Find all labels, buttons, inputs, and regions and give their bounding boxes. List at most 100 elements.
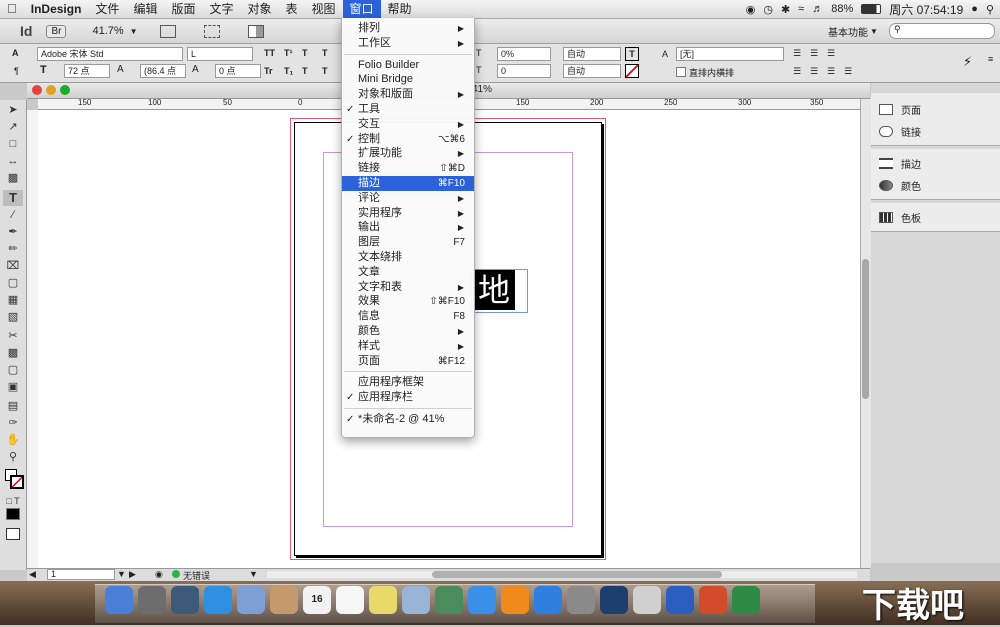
small-caps-button[interactable]: Tr bbox=[264, 66, 273, 76]
horizontal-scroll-thumb[interactable] bbox=[432, 571, 722, 578]
safari-icon[interactable] bbox=[204, 586, 232, 614]
character-style-select[interactable]: [无] bbox=[676, 47, 784, 61]
powerpoint-icon[interactable] bbox=[699, 586, 727, 614]
lightning-icon[interactable]: ⚡ bbox=[963, 54, 972, 70]
gradient-feather-tool-icon[interactable]: ▣ bbox=[3, 379, 23, 395]
menu-item[interactable]: ✓ 应用程序栏 bbox=[342, 390, 474, 405]
direct-selection-tool-icon[interactable]: ↗ bbox=[3, 119, 23, 135]
minimize-button[interactable] bbox=[46, 85, 56, 95]
scissors-tool-icon[interactable]: ✂ bbox=[3, 328, 23, 344]
menu-view[interactable]: 视图 bbox=[305, 0, 343, 18]
help-icon[interactable] bbox=[633, 586, 661, 614]
selection-tool-icon[interactable]: ➤ bbox=[3, 102, 23, 118]
mail-icon[interactable] bbox=[237, 586, 265, 614]
justify-all-button[interactable]: ☰ bbox=[844, 66, 852, 77]
notification-icon[interactable]: ◉ bbox=[746, 3, 756, 16]
justify-right-button[interactable]: ☰ bbox=[827, 66, 835, 77]
menu-item[interactable]: 交互 ▶ bbox=[342, 117, 474, 132]
gap-tool-icon[interactable]: ↔ bbox=[3, 153, 23, 169]
menu-item[interactable]: 应用程序框架 bbox=[342, 375, 474, 390]
reminders-icon[interactable] bbox=[336, 586, 364, 614]
links-panel-tab[interactable]: 链接 bbox=[879, 123, 921, 139]
note-tool-icon[interactable]: ▤ bbox=[3, 398, 23, 414]
user-icon[interactable]: ● bbox=[971, 3, 978, 15]
preflight-chevron-icon[interactable]: ▼ bbox=[249, 569, 258, 579]
view-options-button[interactable] bbox=[159, 24, 176, 38]
menu-item[interactable]: Mini Bridge bbox=[342, 72, 474, 87]
zoom-tool-icon[interactable]: ⚲ bbox=[3, 449, 23, 465]
menu-item[interactable]: ✓ *未命名-2 @ 41% bbox=[342, 412, 474, 427]
type-tool-icon[interactable]: T bbox=[3, 190, 23, 206]
scroll-thumb[interactable] bbox=[862, 259, 869, 399]
align-right-button[interactable]: ☰ bbox=[827, 48, 835, 59]
page-menu-chevron-icon[interactable]: ▼ bbox=[117, 569, 126, 579]
menu-item[interactable]: 文字和表 ▶ bbox=[342, 280, 474, 295]
menu-item[interactable]: 对象和版面 ▶ bbox=[342, 87, 474, 102]
menu-table[interactable]: 表 bbox=[279, 0, 305, 18]
formatting-affects-icon[interactable]: □ T bbox=[3, 493, 23, 509]
bluetooth-icon[interactable]: ✱ bbox=[781, 3, 790, 16]
menu-item[interactable]: 文本绕排 bbox=[342, 250, 474, 265]
rectangle-frame-tool-icon[interactable]: ⌧ bbox=[3, 258, 23, 274]
bridge-button[interactable]: Br bbox=[46, 24, 67, 38]
spotlight-icon[interactable]: ⚲ bbox=[986, 3, 994, 16]
tracking-field[interactable]: 0 点 bbox=[215, 64, 261, 78]
app-menu[interactable]: InDesign bbox=[24, 0, 89, 18]
percent-field[interactable]: 0% bbox=[497, 47, 551, 61]
ibooks-icon[interactable] bbox=[501, 586, 529, 614]
menu-type[interactable]: 文字 bbox=[202, 0, 240, 18]
menu-file[interactable]: 文件 bbox=[88, 0, 126, 18]
line-tool-icon[interactable]: ∕ bbox=[3, 207, 23, 223]
text-frame[interactable]: 地 bbox=[471, 269, 528, 313]
grid-tool-icon[interactable]: ▧ bbox=[3, 309, 23, 325]
preview-icon[interactable] bbox=[402, 586, 430, 614]
system-preferences-icon[interactable] bbox=[567, 586, 595, 614]
arrange-documents-button[interactable] bbox=[247, 24, 264, 38]
menu-item[interactable]: 排列 ▶ bbox=[342, 21, 474, 36]
finder-icon[interactable] bbox=[105, 586, 133, 614]
strikethrough-button[interactable]: T bbox=[302, 66, 308, 76]
superscript-button[interactable]: T¹ bbox=[284, 48, 293, 58]
table-tool-icon[interactable]: ▦ bbox=[3, 292, 23, 308]
volume-icon[interactable]: ♬ bbox=[812, 3, 823, 15]
menu-item[interactable]: 颜色 ▶ bbox=[342, 324, 474, 339]
zoom-level[interactable]: 41.7% bbox=[92, 25, 123, 37]
calendar-icon[interactable]: 16 bbox=[303, 586, 331, 614]
font-family-field[interactable]: Adobe 宋体 Std bbox=[37, 47, 183, 61]
next-page-icon[interactable]: ▶ bbox=[129, 569, 136, 580]
notes-icon[interactable] bbox=[369, 586, 397, 614]
pen-tool-icon[interactable]: ✒ bbox=[3, 224, 23, 240]
menu-object[interactable]: 对象 bbox=[240, 0, 278, 18]
eyedropper-tool-icon[interactable]: ✑ bbox=[3, 415, 23, 431]
justify-center-button[interactable]: ☰ bbox=[810, 66, 818, 77]
leading-field[interactable]: (86.4 点 bbox=[140, 64, 186, 78]
swatches-panel-tab[interactable]: 色板 bbox=[879, 209, 921, 225]
panel-menu-icon[interactable]: ≡ bbox=[988, 54, 993, 64]
baseline-field[interactable]: 0 bbox=[497, 64, 551, 78]
menu-item[interactable]: 工作区 ▶ bbox=[342, 36, 474, 51]
zoom-chevron-icon[interactable]: ▼ bbox=[130, 27, 138, 36]
menu-item[interactable]: 扩展功能 ▶ bbox=[342, 146, 474, 161]
gradient-swatch-tool-icon[interactable]: ▢ bbox=[3, 362, 23, 378]
workspace-chevron-icon[interactable]: ▼ bbox=[870, 27, 878, 36]
clock[interactable]: 周六 07:54:19 bbox=[889, 1, 963, 18]
content-collector-icon[interactable]: ▩ bbox=[3, 170, 23, 186]
menu-item[interactable]: ✓ 控制 ⌥⌘6 bbox=[342, 132, 474, 147]
align-center-button[interactable]: ☰ bbox=[810, 48, 818, 59]
close-button[interactable] bbox=[32, 85, 42, 95]
excel-icon[interactable] bbox=[732, 586, 760, 614]
photo-icon[interactable] bbox=[435, 586, 463, 614]
itunes-icon[interactable] bbox=[468, 586, 496, 614]
menu-item[interactable]: 实用程序 ▶ bbox=[342, 206, 474, 221]
app-store-icon[interactable] bbox=[534, 586, 562, 614]
menu-item[interactable]: Folio Builder bbox=[342, 58, 474, 73]
word-icon[interactable] bbox=[666, 586, 694, 614]
workspace-switcher[interactable]: 基本功能 bbox=[828, 24, 868, 39]
preflight-icon[interactable]: ◉ bbox=[155, 569, 163, 580]
zoom-button[interactable] bbox=[60, 85, 70, 95]
page-number-field[interactable]: 1 bbox=[47, 569, 115, 580]
apple-icon[interactable]:  bbox=[0, 0, 24, 18]
screen-mode-icon[interactable] bbox=[3, 528, 23, 544]
subscript-button[interactable]: T₁ bbox=[284, 66, 293, 76]
photoshop-icon[interactable] bbox=[600, 586, 628, 614]
